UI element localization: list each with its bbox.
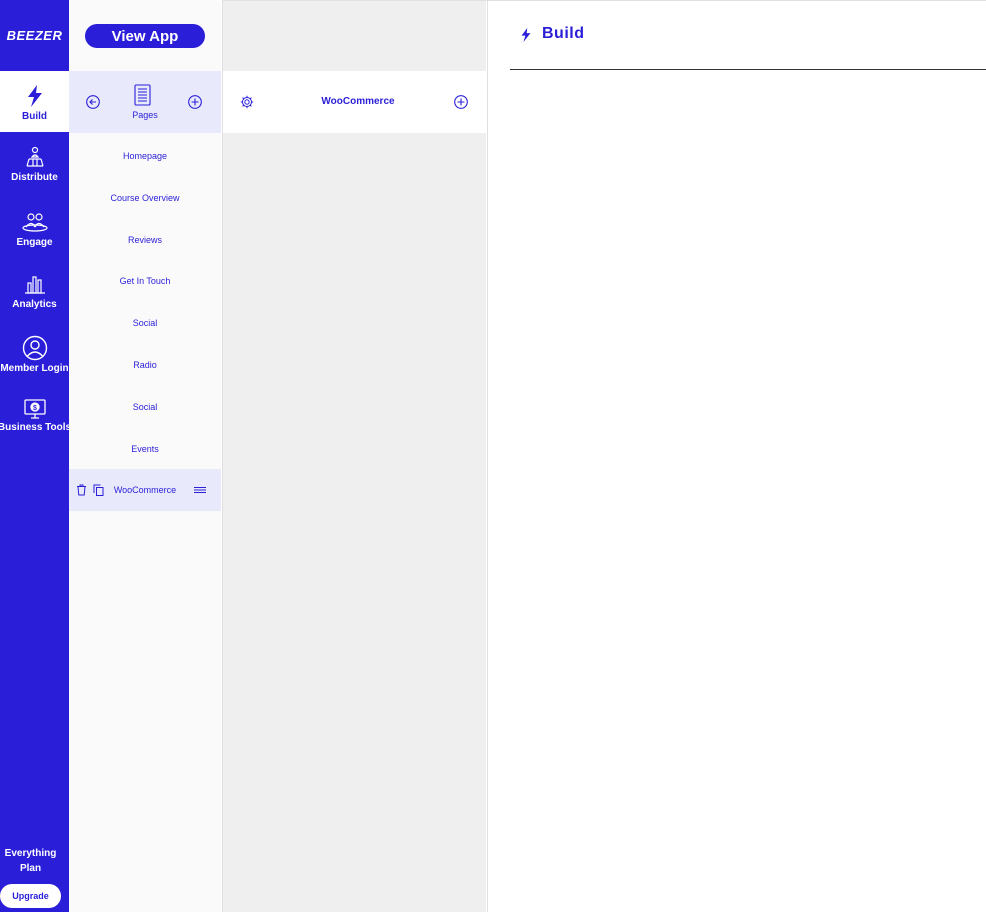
svg-text:$: $ [33,405,37,412]
bolt-icon [27,85,42,107]
page-item-label: Get In Touch [119,276,171,286]
nav-item-business-tools[interactable]: $ Business Tools [0,398,72,442]
page-item-course-overview[interactable]: Course Overview [69,177,221,219]
page-item-woocommerce[interactable]: WooCommerce [69,469,221,511]
bolt-icon [521,28,531,42]
nav-item-build[interactable]: Build [0,71,69,132]
page-item-homepage[interactable]: Homepage [69,135,221,177]
page-item-label: WooCommerce [113,485,177,495]
page-settings-panel: WooCommerce [222,0,487,912]
upgrade-button[interactable]: Upgrade [0,884,61,908]
add-component-icon[interactable] [454,95,468,109]
page-item-get-in-touch[interactable]: Get In Touch [69,260,221,302]
page-settings-header: WooCommerce [223,71,487,133]
page-item-label: Homepage [122,151,168,161]
pages-header: Pages [69,71,221,133]
distribute-icon [25,146,44,167]
top-border [222,0,986,1]
page-settings-title: WooCommerce [321,96,395,107]
nav-item-label: Engage [16,237,53,248]
logo-text: BEEZER [6,27,63,43]
monitor-dollar-icon: $ [23,399,46,419]
plan-line-2: Plan [19,863,42,874]
main-content: Build [487,0,986,912]
page-item-radio[interactable]: Radio [69,344,221,386]
page-item-events[interactable]: Events [69,428,221,470]
nav-item-label: Member Login [0,363,69,374]
pages-panel: View App Pages Homepage Course Overview … [69,0,221,912]
plan-info: Everything Plan [0,846,61,876]
page-item-label: Radio [133,360,157,370]
nav-item-label: Business Tools [0,422,72,433]
user-circle-icon [22,335,47,361]
nav-item-label: Analytics [12,299,57,310]
page-item-social[interactable]: Social [69,302,221,344]
nav-item-label: Build [22,111,47,122]
page-title: Build [542,25,585,42]
page-item-label: Course Overview [110,193,180,203]
page-item-label: Events [131,444,159,454]
title-divider [510,69,986,70]
nav-item-distribute[interactable]: Distribute [0,146,69,190]
main-nav: BEEZER Build Distribute Engage Analytics… [0,0,72,912]
pages-header-label: Pages [132,110,158,120]
nav-item-member-login[interactable]: Member Login [0,335,69,379]
nav-item-engage[interactable]: Engage [0,211,69,255]
view-app-button[interactable]: View App [85,24,205,48]
drag-handle-icon[interactable] [194,487,206,493]
nav-item-analytics[interactable]: Analytics [0,273,69,317]
page-item-label: Social [132,318,158,328]
bar-chart-icon [24,276,45,294]
users-icon [21,213,48,232]
add-page-icon[interactable] [188,95,202,109]
page-item-label: Social [132,402,158,412]
trash-icon[interactable] [76,484,87,496]
page-item-reviews[interactable]: Reviews [69,219,221,261]
back-arrow-icon[interactable] [86,95,100,109]
beezer-logo[interactable]: BEEZER [0,0,69,70]
copy-icon[interactable] [93,484,104,496]
plan-line-1: Everything [4,848,57,859]
nav-item-label: Distribute [11,172,58,183]
page-item-social-2[interactable]: Social [69,386,221,428]
page-item-label: Reviews [127,235,162,245]
pages-doc-icon [134,84,151,106]
